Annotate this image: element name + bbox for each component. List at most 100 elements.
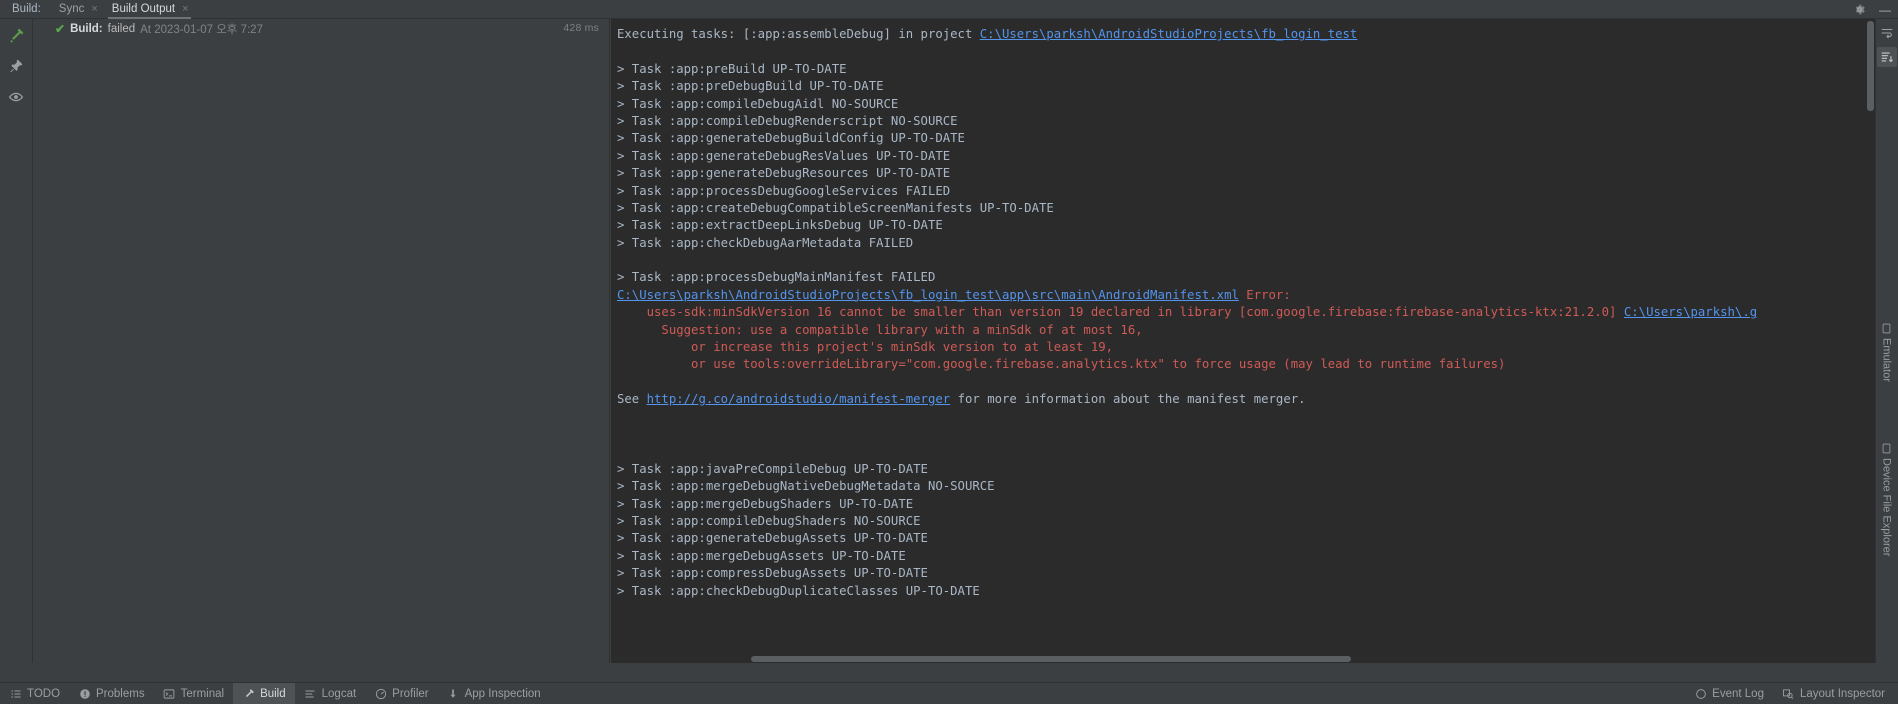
statusbar-item-layout-inspector[interactable]: Layout Inspector <box>1773 683 1894 704</box>
tool-window-title: Build: <box>12 2 41 15</box>
device-file-explorer-icon <box>1881 443 1893 454</box>
statusbar-item-event-log[interactable]: Event Log <box>1685 683 1773 704</box>
console-line: Executing tasks: [:app:assembleDebug] in… <box>617 26 1757 43</box>
inspection-icon <box>447 687 460 700</box>
console-link[interactable]: C:\Users\parksh\.g <box>1624 305 1757 319</box>
tab-sync[interactable]: Sync × <box>51 0 104 19</box>
gear-icon[interactable] <box>1846 0 1872 19</box>
statusbar-item-terminal[interactable]: Terminal <box>154 683 233 704</box>
console-line: > Task :app:preBuild UP-TO-DATE <box>617 61 1757 78</box>
console-line: > Task :app:createDebugCompatibleScreenM… <box>617 200 1757 217</box>
pin-icon[interactable] <box>5 55 27 77</box>
close-icon[interactable]: × <box>91 3 97 15</box>
build-left-toolbar <box>0 19 33 663</box>
console-line: > Task :app:extractDeepLinksDebug UP-TO-… <box>617 217 1757 234</box>
terminal-icon <box>163 687 176 700</box>
console-line: > Task :app:checkDebugAarMetadata FAILED <box>617 235 1757 252</box>
console-line: > Task :app:mergeDebugShaders UP-TO-DATE <box>617 496 1757 513</box>
console-plain-text: for more information about the manifest … <box>950 392 1306 407</box>
statusbar-item-profiler[interactable]: Profiler <box>365 683 437 704</box>
console-line: > Task :app:compileDebugShaders NO-SOURC… <box>617 513 1757 530</box>
console-line: or increase this project's minSdk versio… <box>617 339 1757 356</box>
console-line: > Task :app:mergeDebugAssets UP-TO-DATE <box>617 548 1757 565</box>
console-line: > Task :app:compileDebugRenderscript NO-… <box>617 113 1757 130</box>
tool-tab-device-file-explorer-label: Device File Explorer <box>1880 458 1893 557</box>
build-hammer-icon[interactable] <box>5 24 27 46</box>
soft-wrap-icon[interactable] <box>1877 23 1897 43</box>
emulator-icon <box>1881 323 1893 334</box>
build-tree-panel[interactable]: ✔ Build: failed At 2023-01-07 오후 7:27 42… <box>33 19 610 663</box>
console-line: > Task :app:generateDebugAssets UP-TO-DA… <box>617 530 1757 547</box>
statusbar-item-layout-inspector-label: Layout Inspector <box>1799 687 1885 700</box>
statusbar-item-app-inspection-label: App Inspection <box>464 687 541 700</box>
console-plain-text: Executing tasks: [:app:assembleDebug] in… <box>617 27 980 41</box>
console-link[interactable]: C:\Users\parksh\AndroidStudioProjects\fb… <box>980 27 1358 41</box>
console-line: Suggestion: use a compatible library wit… <box>617 322 1757 339</box>
console-plain-text: > Task :app:checkDebugAarMetadata FAILED <box>617 235 914 250</box>
console-horizontal-scrollbar[interactable] <box>751 656 1351 662</box>
console-error-text: or use tools:overrideLibrary="com.google… <box>617 357 1506 372</box>
logcat-icon <box>304 687 317 700</box>
console-plain-text: > Task :app:generateDebugAssets UP-TO-DA… <box>617 531 928 546</box>
console-plain-text: > Task :app:compileDebugAidl NO-SOURCE <box>617 96 899 111</box>
status-check-icon: ✔ <box>55 22 66 36</box>
scroll-to-end-icon[interactable] <box>1877 47 1897 67</box>
tab-sync-label: Sync <box>58 3 85 15</box>
minimize-icon[interactable]: — <box>1872 0 1898 19</box>
statusbar-item-problems[interactable]: Problems <box>69 683 154 704</box>
window-controls: — <box>1846 0 1898 19</box>
statusbar-item-build-label: Build <box>260 687 286 700</box>
console-plain-text: > Task :app:javaPreCompileDebug UP-TO-DA… <box>617 461 928 476</box>
console-error-text: or increase this project's minSdk versio… <box>617 340 1114 355</box>
statusbar-item-app-inspection[interactable]: App Inspection <box>438 683 550 704</box>
build-status-row[interactable]: ✔ Build: failed At 2023-01-07 오후 7:27 42… <box>33 19 609 39</box>
build-tool-window-tabbar: Build: Sync × Build Output × — <box>0 0 1898 19</box>
statusbar-right-group: Event Log Layout Inspector <box>1685 683 1894 704</box>
console-plain-text: > Task :app:preBuild UP-TO-DATE <box>617 61 847 76</box>
console-link[interactable]: C:\Users\parksh\AndroidStudioProjects\fb… <box>617 288 1239 302</box>
close-icon[interactable]: × <box>182 3 188 15</box>
console-plain-text: > Task :app:createDebugCompatibleScreenM… <box>617 200 1054 215</box>
console-plain-text: > Task :app:extractDeepLinksDebug UP-TO-… <box>617 218 943 233</box>
console-link[interactable]: http://g.co/androidstudio/manifest-merge… <box>647 392 951 406</box>
tab-build-output[interactable]: Build Output × <box>104 0 195 19</box>
console-plain-text: > Task :app:processDebugMainManifest FAI… <box>617 270 936 285</box>
console-line: > Task :app:checkDebugDuplicateClasses U… <box>617 583 1757 600</box>
console-plain-text: > Task :app:mergeDebugShaders UP-TO-DATE <box>617 496 914 511</box>
event-log-icon <box>1694 687 1707 700</box>
console-plain-text: > Task :app:compressDebugAssets UP-TO-DA… <box>617 566 928 581</box>
console-line: > Task :app:generateDebugResources UP-TO… <box>617 165 1757 182</box>
console-line: > Task :app:generateDebugResValues UP-TO… <box>617 148 1757 165</box>
build-console-output[interactable]: Executing tasks: [:app:assembleDebug] in… <box>611 19 1875 663</box>
statusbar-item-build[interactable]: Build <box>233 682 295 704</box>
statusbar-item-problems-label: Problems <box>96 687 145 700</box>
console-plain-text: > Task :app:generateDebugResValues UP-TO… <box>617 148 951 163</box>
tool-tab-emulator[interactable]: Emulator <box>1876 319 1897 386</box>
build-label: Build: <box>70 23 103 35</box>
eye-icon[interactable] <box>5 86 27 108</box>
console-line: > Task :app:mergeDebugNativeDebugMetadat… <box>617 478 1757 495</box>
tool-tab-device-file-explorer[interactable]: Device File Explorer <box>1876 439 1897 560</box>
console-plain-text: > Task :app:generateDebugResources UP-TO… <box>617 166 951 181</box>
console-plain-text: See <box>617 392 647 407</box>
console-error-text: uses-sdk:minSdkVersion 16 cannot be smal… <box>617 305 1624 320</box>
statusbar-item-todo-label: TODO <box>27 687 61 700</box>
console-line: uses-sdk:minSdkVersion 16 cannot be smal… <box>617 304 1758 321</box>
console-line: > Task :app:generateDebugBuildConfig UP-… <box>617 130 1757 147</box>
console-plain-text: > Task :app:processDebugGoogleServices F… <box>617 183 951 198</box>
console-text: Executing tasks: [:app:assembleDebug] in… <box>611 19 1757 600</box>
hammer-icon <box>242 687 255 700</box>
statusbar-item-logcat[interactable]: Logcat <box>295 683 366 704</box>
console-vertical-scrollbar[interactable] <box>1867 21 1874 111</box>
statusbar-item-event-log-label: Event Log <box>1712 687 1764 700</box>
console-plain-text: > Task :app:mergeDebugNativeDebugMetadat… <box>617 479 995 494</box>
android-studio-build-window: Build: Sync × Build Output × — ✔ Build: … <box>0 0 1898 704</box>
warning-icon <box>78 687 91 700</box>
console-line: > Task :app:compileDebugAidl NO-SOURCE <box>617 96 1757 113</box>
statusbar-item-todo[interactable]: TODO <box>0 683 69 704</box>
